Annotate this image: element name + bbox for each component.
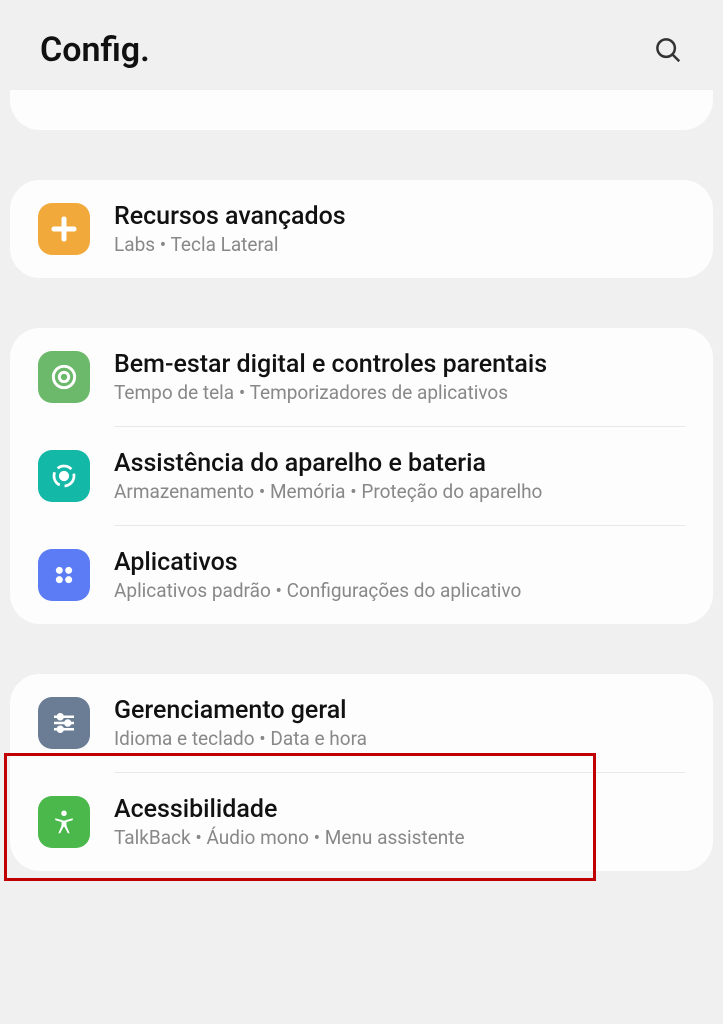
item-subtitle: Labs • Tecla Lateral [114, 233, 685, 256]
settings-item-advanced-features[interactable]: Recursos avançados Labs • Tecla Lateral [10, 180, 713, 278]
page-title: Config. [40, 30, 150, 70]
settings-item-google-services[interactable]: Serviços do Google [10, 95, 713, 120]
item-title: Bem-estar digital e controles parentais [114, 350, 685, 379]
sliders-icon [38, 697, 90, 749]
item-subtitle: Armazenamento • Memória • Proteção do ap… [114, 480, 685, 503]
settings-card: Recursos avançados Labs • Tecla Lateral [10, 180, 713, 278]
item-subtitle: TalkBack • Áudio mono • Menu assistente [114, 826, 685, 849]
accessibility-icon [38, 796, 90, 848]
item-title: Acessibilidade [114, 795, 685, 824]
settings-item-device-care[interactable]: Assistência do aparelho e bateria Armaze… [10, 427, 713, 525]
search-icon[interactable] [653, 35, 683, 65]
item-text: Gerenciamento geral Idioma e teclado • D… [114, 696, 685, 750]
item-text: Aplicativos Aplicativos padrão • Configu… [114, 548, 685, 602]
apps-icon [38, 549, 90, 601]
item-title: Gerenciamento geral [114, 696, 685, 725]
settings-card: Bem-estar digital e controles parentais … [10, 328, 713, 624]
item-title: Aplicativos [114, 548, 685, 577]
item-text: Assistência do aparelho e bateria Armaze… [114, 449, 685, 503]
settings-card: Gerenciamento geral Idioma e teclado • D… [10, 674, 713, 871]
wellbeing-icon [38, 351, 90, 403]
item-subtitle: Aplicativos padrão • Configurações do ap… [114, 579, 685, 602]
settings-card-partial: Serviços do Google [10, 90, 713, 130]
device-care-icon [38, 450, 90, 502]
item-title: Recursos avançados [114, 202, 685, 231]
settings-item-general-management[interactable]: Gerenciamento geral Idioma e teclado • D… [10, 674, 713, 772]
item-text: Bem-estar digital e controles parentais … [114, 350, 685, 404]
plus-icon [38, 203, 90, 255]
settings-item-apps[interactable]: Aplicativos Aplicativos padrão • Configu… [10, 526, 713, 624]
item-title: Assistência do aparelho e bateria [114, 449, 685, 478]
settings-item-accessibility[interactable]: Acessibilidade TalkBack • Áudio mono • M… [10, 773, 713, 871]
item-subtitle: Idioma e teclado • Data e hora [114, 727, 685, 750]
item-subtitle: Tempo de tela • Temporizadores de aplica… [114, 381, 685, 404]
item-text: Acessibilidade TalkBack • Áudio mono • M… [114, 795, 685, 849]
header: Config. [0, 0, 723, 90]
settings-item-digital-wellbeing[interactable]: Bem-estar digital e controles parentais … [10, 328, 713, 426]
item-text: Recursos avançados Labs • Tecla Lateral [114, 202, 685, 256]
